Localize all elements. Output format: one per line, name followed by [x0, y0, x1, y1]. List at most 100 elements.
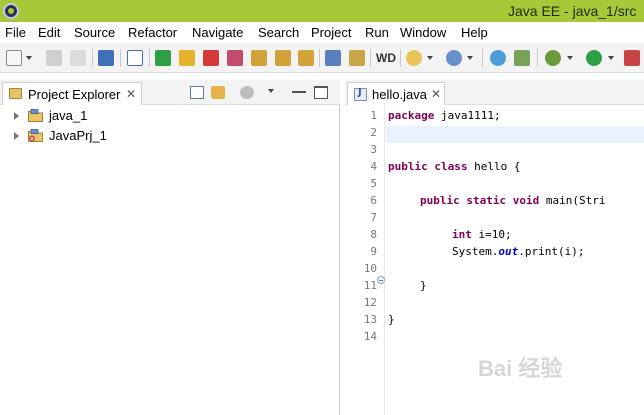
menu-project[interactable]: Project [311, 25, 351, 40]
watermark-text: Bai 经验 [478, 356, 563, 381]
line-number: 4 [370, 160, 377, 173]
main-toolbar: WD [0, 43, 644, 73]
new-class-icon[interactable] [446, 50, 462, 66]
fold-toggle-icon[interactable] [377, 276, 385, 284]
menu-refactor[interactable]: Refactor [128, 25, 177, 40]
line-number: 14 [363, 330, 377, 343]
line-number: 6 [370, 194, 377, 207]
window-title: Java EE - java_1/src [508, 3, 637, 19]
line-number: 1 [370, 109, 377, 122]
tree-item-java-1[interactable]: java_1 [0, 106, 340, 126]
minimize-icon[interactable] [292, 91, 306, 93]
close-icon[interactable]: ✕ [126, 87, 136, 101]
new-java-project-icon[interactable] [406, 50, 422, 66]
line-number: 12 [363, 296, 377, 309]
line-number: 2 [370, 126, 377, 139]
project-explorer-tabbar: Project Explorer ✕ [0, 80, 340, 105]
new-java-project-dropdown-icon[interactable] [427, 56, 433, 60]
toolbar-separator [319, 49, 320, 67]
menu-source[interactable]: Source [74, 25, 115, 40]
toolbar-separator [370, 49, 371, 67]
line-number: 3 [370, 143, 377, 156]
expand-arrow-icon[interactable] [14, 112, 19, 120]
tab-project-explorer[interactable]: Project Explorer ✕ [2, 82, 142, 105]
run-icon[interactable] [586, 50, 602, 66]
toolbar-separator [149, 49, 150, 67]
skip-breakpoints-icon[interactable] [127, 50, 143, 66]
console-icon[interactable] [98, 50, 114, 66]
line-number: 10 [363, 262, 377, 275]
toolbar-separator [482, 49, 483, 67]
drop-to-frame-icon[interactable] [325, 50, 341, 66]
new-class-dropdown-icon[interactable] [467, 56, 473, 60]
debug-dropdown-icon[interactable] [567, 56, 573, 60]
view-menu-settings-icon[interactable] [240, 86, 254, 99]
tab-hello-java[interactable]: hello.java ✕ [347, 82, 445, 105]
close-icon[interactable]: ✕ [431, 87, 441, 101]
save-all-icon[interactable] [70, 50, 86, 66]
line-number: 11 [363, 279, 377, 292]
eclipse-app-icon[interactable] [3, 3, 19, 19]
project-explorer-icon [9, 88, 22, 99]
line-number: 13 [363, 313, 377, 326]
code-line-8[interactable]: int i=10; [452, 228, 512, 241]
menu-window[interactable]: Window [400, 25, 446, 40]
code-line-13[interactable]: } [388, 313, 395, 326]
java-project-folder-icon [28, 109, 43, 122]
view-menu-dropdown-icon[interactable] [268, 89, 274, 93]
line-number-gutter: 1 2 3 4 5 6 7 8 9 10 11 12 13 14 [345, 105, 385, 415]
java-project-error-icon [28, 129, 43, 142]
disconnect-icon[interactable] [227, 50, 243, 66]
open-type-icon[interactable] [514, 50, 530, 66]
new-icon[interactable] [6, 50, 22, 66]
code-line-6[interactable]: public static void main(Stri [420, 194, 605, 207]
menu-navigate[interactable]: Navigate [192, 25, 243, 40]
title-bar: Java EE - java_1/src [0, 0, 644, 22]
project-explorer-tab-label: Project Explorer [28, 87, 121, 102]
menu-run[interactable]: Run [365, 25, 389, 40]
terminate-icon[interactable] [203, 50, 219, 66]
step-into-icon[interactable] [251, 50, 267, 66]
code-line-9[interactable]: System.out.print(i); [452, 245, 584, 258]
code-line-1[interactable]: package java1111; [388, 109, 501, 122]
line-number: 7 [370, 211, 377, 224]
menu-file[interactable]: File [5, 25, 26, 40]
toolbar-separator [400, 49, 401, 67]
step-return-icon[interactable] [298, 50, 314, 66]
toolbar-separator [92, 49, 93, 67]
editor-tab-label: hello.java [372, 87, 427, 102]
java-file-icon [354, 87, 367, 101]
baidu-watermark: Bai 经验 [478, 345, 608, 385]
tree-item-label: java_1 [49, 108, 88, 123]
run-dropdown-icon[interactable] [608, 56, 614, 60]
code-line-4[interactable]: public class hello { [388, 160, 520, 173]
project-explorer-panel: Project Explorer ✕ java_1 JavaPrj_1 [0, 80, 340, 415]
tree-item-label: JavaPrj_1 [49, 128, 107, 143]
line-number: 5 [370, 177, 377, 190]
toolbar-separator [120, 49, 121, 67]
maximize-icon[interactable] [314, 86, 328, 99]
menu-bar: File Edit Source Refactor Navigate Searc… [0, 22, 644, 43]
suspend-icon[interactable] [179, 50, 195, 66]
external-tools-icon[interactable] [624, 50, 640, 66]
web-browser-icon[interactable] [490, 50, 506, 66]
expand-arrow-icon[interactable] [14, 132, 19, 140]
collapse-all-icon[interactable] [190, 86, 204, 99]
line-number: 8 [370, 228, 377, 241]
use-step-filters-icon[interactable] [349, 50, 365, 66]
wd-button[interactable]: WD [376, 51, 396, 65]
menu-edit[interactable]: Edit [38, 25, 60, 40]
editor-tabbar: hello.java ✕ [345, 80, 644, 105]
link-with-editor-icon[interactable] [211, 86, 225, 99]
save-icon[interactable] [46, 50, 62, 66]
menu-help[interactable]: Help [461, 25, 488, 40]
toolbar-separator [537, 49, 538, 67]
resume-icon[interactable] [155, 50, 171, 66]
step-over-icon[interactable] [275, 50, 291, 66]
debug-icon[interactable] [545, 50, 561, 66]
line-number: 9 [370, 245, 377, 258]
menu-search[interactable]: Search [258, 25, 299, 40]
new-dropdown-icon[interactable] [26, 56, 32, 60]
code-line-11[interactable]: } [420, 279, 427, 292]
tree-item-javaprj-1[interactable]: JavaPrj_1 [0, 126, 340, 146]
